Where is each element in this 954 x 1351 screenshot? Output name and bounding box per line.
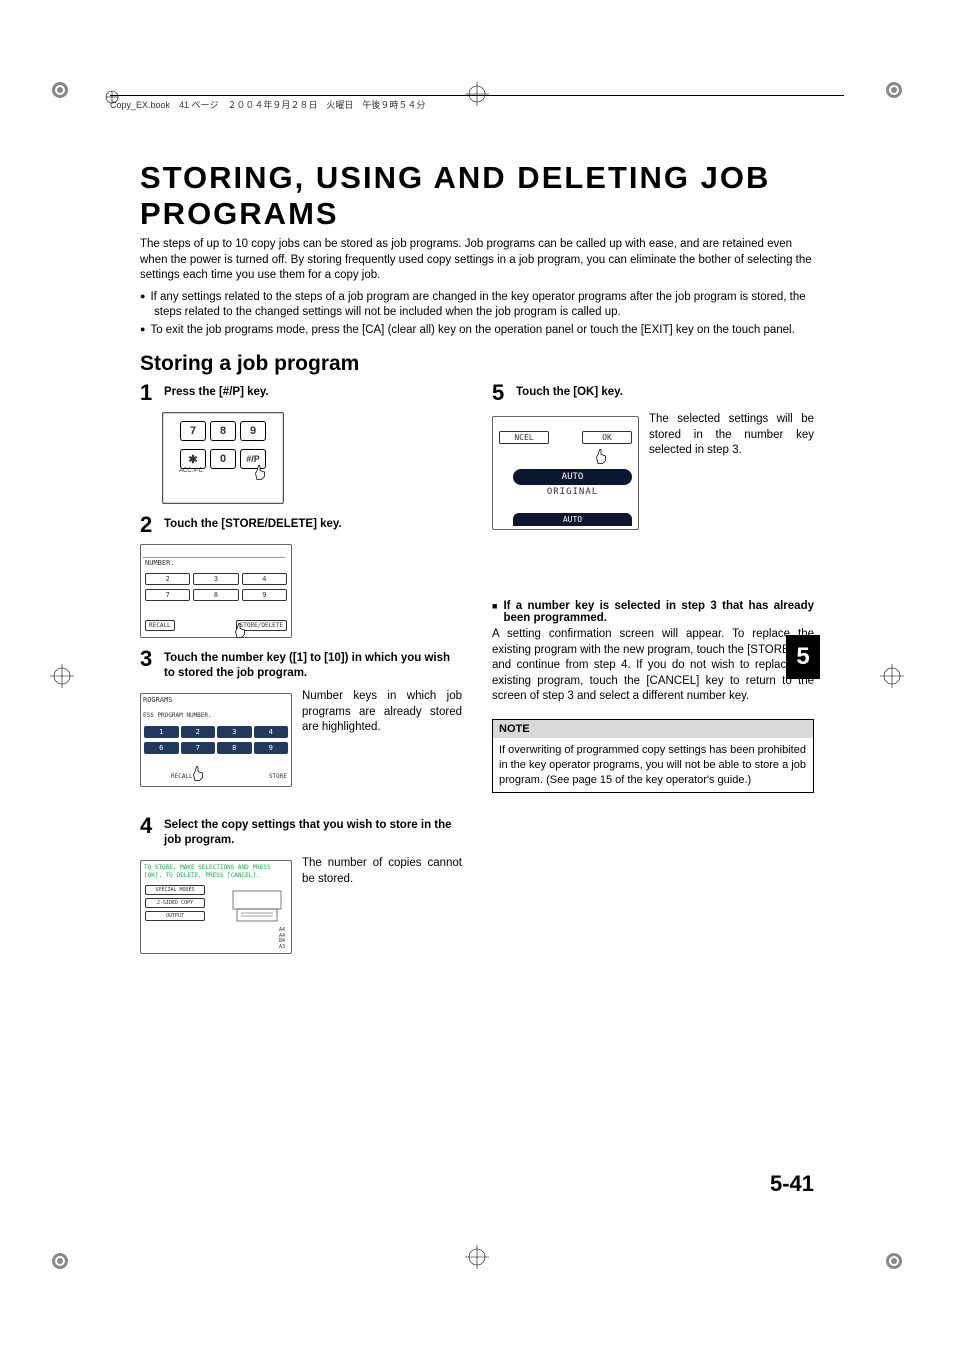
bullet-item: If any settings related to the steps of … xyxy=(140,290,814,321)
keypad-9: 9 xyxy=(240,421,266,441)
num-key: 2 xyxy=(145,573,190,585)
num-key: 4 xyxy=(254,726,289,738)
copy-settings-figure: TO STORE, MAKE SELECTIONS AND PRESS [OK]… xyxy=(140,860,292,954)
step-3: 3 Touch the number key ([1] to [10]) in … xyxy=(140,648,462,681)
step-title: Select the copy settings that you wish t… xyxy=(164,815,462,848)
finger-icon xyxy=(231,621,249,639)
step-5: 5 Touch the [OK] key. xyxy=(492,382,814,404)
two-sided-button: 2-SIDED COPY xyxy=(145,898,205,908)
step-4: 4 Select the copy settings that you wish… xyxy=(140,815,462,848)
num-key: 8 xyxy=(193,589,238,601)
step-number: 1 xyxy=(140,382,158,404)
keypad-acc-label: ACC.#-C xyxy=(179,468,203,474)
store-label: STORE xyxy=(269,773,287,780)
step-number: 4 xyxy=(140,815,158,848)
sub-heading-text: If a number key is selected in step 3 th… xyxy=(503,600,814,624)
page-title: STORING, USING AND DELETING JOB PROGRAMS xyxy=(140,160,814,231)
keypad-figure: 7 8 9 ✱ 0 #/P ACC.#-C xyxy=(162,412,284,504)
msg2: [OK]. TO DELETE, PRESS [CANCEL]. xyxy=(144,872,260,879)
page-number: 5-41 xyxy=(770,1171,814,1197)
crop-mark xyxy=(864,1231,904,1271)
ok-button: OK xyxy=(582,431,632,444)
original-label: ORIGINAL xyxy=(513,487,632,497)
sub-heading: ■ If a number key is selected in step 3 … xyxy=(492,600,814,624)
copier-icon xyxy=(227,885,287,925)
num-key: 8 xyxy=(217,742,252,754)
note-box: NOTE If overwriting of programmed copy s… xyxy=(492,719,814,794)
step-body: The number of copies cannot be stored. xyxy=(302,856,462,887)
num-key: 3 xyxy=(217,726,252,738)
step-title: Press the [#/P] key. xyxy=(164,382,462,404)
num-key: 7 xyxy=(181,742,216,754)
program-number-figure: ROGRAMS ESS PROGRAM NUMBER. 1 2 3 4 6 7 … xyxy=(140,693,292,787)
keypad-7: 7 xyxy=(180,421,206,441)
keypad-star: ✱ xyxy=(180,449,206,469)
num-key: 7 xyxy=(145,589,190,601)
msg1: TO STORE, MAKE SELECTIONS AND PRESS xyxy=(144,864,270,871)
step-2: 2 Touch the [STORE/DELETE] key. xyxy=(140,514,462,536)
crop-mark xyxy=(864,80,904,120)
intro-paragraph: The steps of up to 10 copy jobs can be s… xyxy=(140,237,814,284)
bullet-item: To exit the job programs mode, press the… xyxy=(140,323,814,339)
register-mark xyxy=(50,664,74,688)
num-key: 3 xyxy=(193,573,238,585)
step-body: The selected settings will be stored in … xyxy=(649,412,814,459)
touch-header: ROGRAMS xyxy=(143,696,173,704)
num-key: 2 xyxy=(181,726,216,738)
num-key: 9 xyxy=(254,742,289,754)
register-mark xyxy=(880,664,904,688)
auto-bottom-label: AUTO xyxy=(513,513,632,526)
touch-sub: ESS PROGRAM NUMBER. xyxy=(143,712,212,719)
step-title: Touch the [OK] key. xyxy=(516,382,814,404)
step-1: 1 Press the [#/P] key. xyxy=(140,382,462,404)
num-key: 9 xyxy=(242,589,287,601)
ok-figure: NCEL OK AUTO ORIGINAL AUTO xyxy=(492,416,639,530)
keypad-8: 8 xyxy=(210,421,236,441)
finger-icon xyxy=(251,463,269,481)
cancel-button-fragment: NCEL xyxy=(499,431,549,444)
step-number: 2 xyxy=(140,514,158,536)
section-heading: Storing a job program xyxy=(140,352,814,376)
step-number: 5 xyxy=(492,382,510,404)
step-title: Touch the [STORE/DELETE] key. xyxy=(164,514,462,536)
finger-icon xyxy=(189,764,207,782)
square-bullet-icon: ■ xyxy=(492,601,497,625)
note-title: NOTE xyxy=(493,720,813,738)
step-body: Number keys in which job programs are al… xyxy=(302,689,462,736)
step-number: 3 xyxy=(140,648,158,681)
crop-mark xyxy=(50,1231,90,1271)
recall-button: RECALL xyxy=(145,620,175,631)
step-title: Touch the number key ([1] to [10]) in wh… xyxy=(164,648,462,681)
keypad-0: 0 xyxy=(210,449,236,469)
header-meta: Copy_EX.book 41 ページ ２００４年９月２８日 火曜日 午後９時５… xyxy=(110,95,844,111)
auto-label: AUTO xyxy=(513,469,632,485)
output-button: OUTPUT xyxy=(145,911,205,921)
note-body: If overwriting of programmed copy settin… xyxy=(493,738,813,793)
sub-body: A setting confirmation screen will appea… xyxy=(492,627,814,705)
store-delete-figure: NUMBER. 2 3 4 7 8 9 RECALL STORE/DELETE xyxy=(140,544,292,638)
intro-bullets: If any settings related to the steps of … xyxy=(140,290,814,339)
finger-icon xyxy=(592,447,610,465)
num-key: 1 xyxy=(144,726,179,738)
crop-mark xyxy=(50,80,90,120)
touch-header: NUMBER. xyxy=(145,559,175,567)
num-key: 6 xyxy=(144,742,179,754)
special-modes-button: SPECIAL MODES xyxy=(145,885,205,895)
paper-size: A3 xyxy=(279,945,285,951)
register-mark xyxy=(465,1245,489,1269)
num-key: 4 xyxy=(242,573,287,585)
chapter-tab: 5 xyxy=(786,635,820,679)
